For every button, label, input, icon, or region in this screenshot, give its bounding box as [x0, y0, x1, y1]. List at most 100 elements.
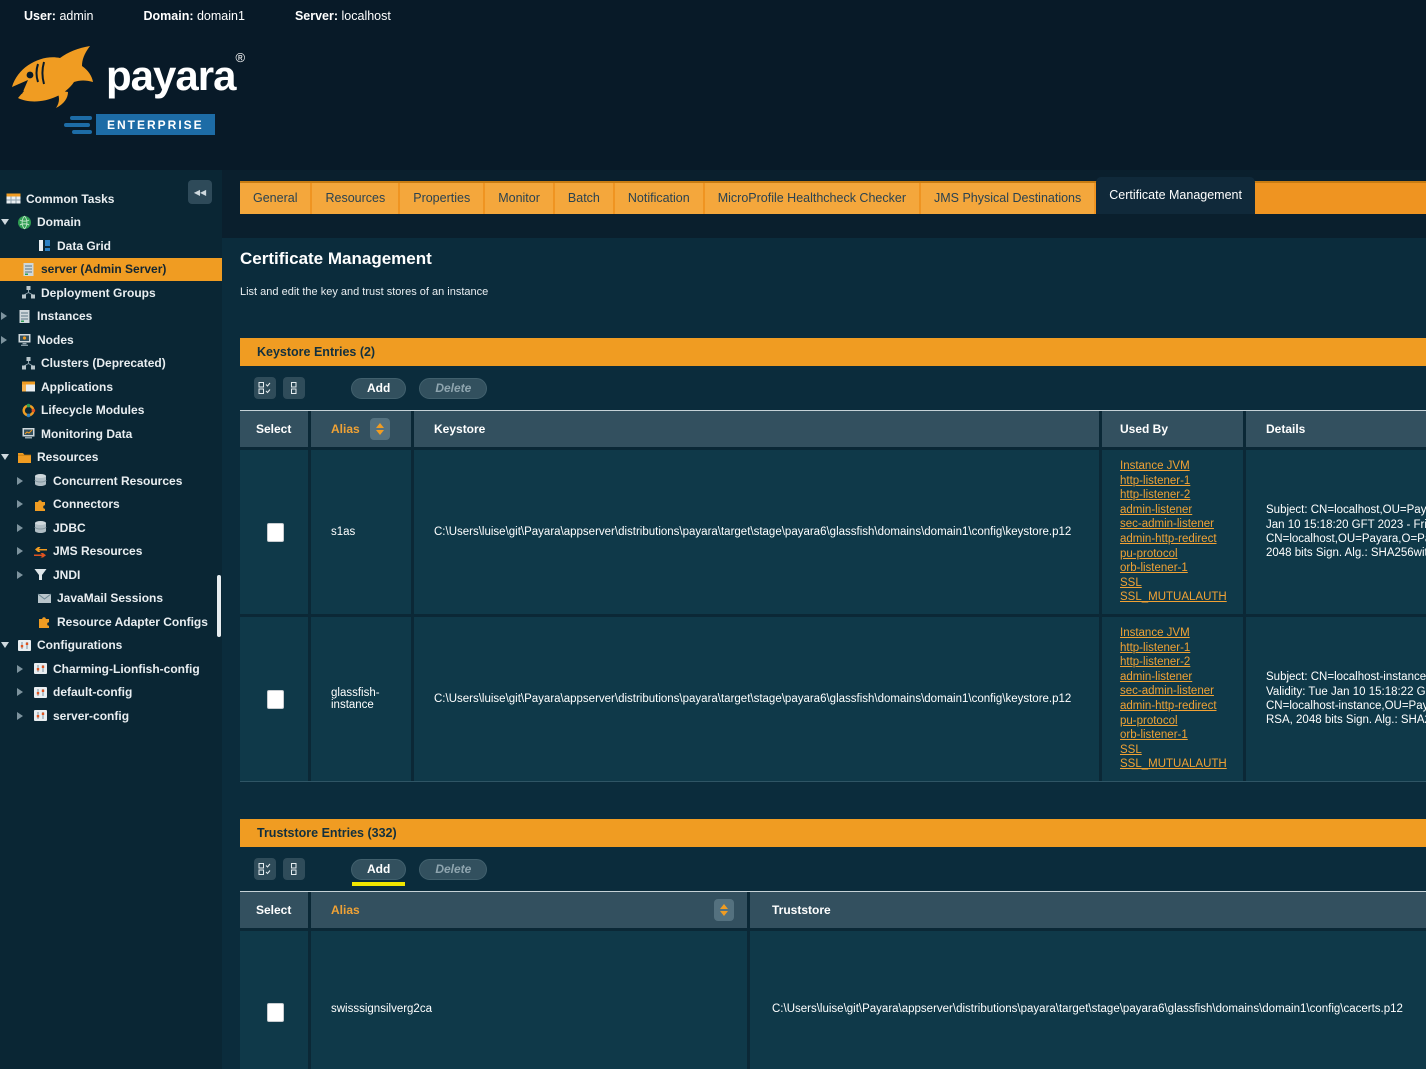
sidebar-item-jndi[interactable]: JNDI	[0, 563, 222, 587]
row-checkbox[interactable]	[267, 523, 284, 542]
sidebar-item-label: Applications	[41, 380, 113, 394]
row-checkbox[interactable]	[267, 690, 284, 709]
used-by-link-admin-http-redirect[interactable]: admin-http-redirect	[1120, 532, 1227, 547]
sidebar-item-server-config[interactable]: server-config	[0, 704, 222, 728]
column-header-truststore: Truststore	[750, 892, 1426, 928]
tree-expanded-arrow-icon[interactable]	[1, 642, 17, 648]
alias-sort-label[interactable]: Alias	[331, 422, 360, 436]
truststore-table: Select Alias Truststore swisssignsilverg…	[240, 891, 1426, 1069]
sidebar-item-label: JDBC	[53, 521, 86, 535]
sidebar-item-resource-adapter-configs[interactable]: Resource Adapter Configs	[0, 610, 222, 634]
tab-jms-physical-destinations[interactable]: JMS Physical Destinations	[921, 183, 1094, 214]
truststore-delete-button[interactable]: Delete	[419, 859, 487, 880]
tree-expanded-arrow-icon[interactable]	[1, 454, 17, 460]
used-by-link-http-listener-1[interactable]: http-listener-1	[1120, 474, 1227, 489]
node-icon	[17, 332, 32, 347]
sidebar-item-domain[interactable]: Domain	[0, 211, 222, 235]
tab-bar-row: GeneralResourcesPropertiesMonitorBatchNo…	[222, 170, 1426, 238]
sidebar-item-connectors[interactable]: Connectors	[0, 493, 222, 517]
sidebar-item-data-grid[interactable]: Data Grid	[0, 234, 222, 258]
tab-batch[interactable]: Batch	[555, 183, 613, 214]
sidebar-item-applications[interactable]: Applications	[0, 375, 222, 399]
tab-monitor[interactable]: Monitor	[485, 183, 553, 214]
tree-collapsed-arrow-icon[interactable]	[1, 312, 17, 320]
used-by-link-sec-admin-listener[interactable]: sec-admin-listener	[1120, 517, 1227, 532]
payara-fish-icon	[8, 42, 104, 122]
sidebar-collapse-button[interactable]: ◀◀	[188, 180, 212, 204]
used-by-link-instance-jvm[interactable]: Instance JVM	[1120, 626, 1227, 641]
sidebar-item-instances[interactable]: Instances	[0, 305, 222, 329]
tree-collapsed-arrow-icon[interactable]	[17, 665, 33, 673]
sidebar-item-charming-lionfish-config[interactable]: Charming-Lionfish-config	[0, 657, 222, 681]
navigation-tree: Common TasksDomainData Gridserver (Admin…	[0, 170, 222, 728]
deselect-all-icon	[287, 862, 301, 876]
used-by-link-ssl-mutualauth[interactable]: SSL_MUTUALAUTH	[1120, 590, 1227, 605]
used-by-link-pu-protocol[interactable]: pu-protocol	[1120, 714, 1227, 729]
alias-sort-label[interactable]: Alias	[331, 903, 360, 917]
tree-expanded-arrow-icon[interactable]	[1, 219, 17, 225]
sort-button[interactable]	[370, 418, 390, 440]
tab-general[interactable]: General	[240, 183, 310, 214]
used-by-link-admin-http-redirect[interactable]: admin-http-redirect	[1120, 699, 1227, 714]
sidebar-item-monitoring-data[interactable]: Monitoring Data	[0, 422, 222, 446]
truststore-add-button[interactable]: Add	[351, 859, 406, 880]
used-by-link-ssl[interactable]: SSL	[1120, 743, 1227, 758]
tree-collapsed-arrow-icon[interactable]	[17, 571, 33, 579]
sidebar-item-deployment-groups[interactable]: Deployment Groups	[0, 281, 222, 305]
folder-icon	[17, 450, 32, 465]
mail-icon	[37, 591, 52, 606]
common-tasks-icon	[6, 191, 21, 206]
deselect-all-button[interactable]	[283, 858, 305, 880]
sidebar-item-javamail-sessions[interactable]: JavaMail Sessions	[0, 587, 222, 611]
used-by-link-ssl-mutualauth[interactable]: SSL_MUTUALAUTH	[1120, 757, 1227, 772]
tree-collapsed-arrow-icon[interactable]	[17, 477, 33, 485]
sidebar-item-default-config[interactable]: default-config	[0, 681, 222, 705]
sidebar-item-configurations[interactable]: Configurations	[0, 634, 222, 658]
used-by-link-orb-listener-1[interactable]: orb-listener-1	[1120, 561, 1227, 576]
tree-collapsed-arrow-icon[interactable]	[17, 688, 33, 696]
row-checkbox[interactable]	[267, 1003, 284, 1022]
sidebar-scrollbar[interactable]	[217, 575, 221, 637]
tree-collapsed-arrow-icon[interactable]	[17, 524, 33, 532]
tab-notification[interactable]: Notification	[615, 183, 703, 214]
sidebar-item-nodes[interactable]: Nodes	[0, 328, 222, 352]
tab-resources[interactable]: Resources	[312, 183, 398, 214]
used-by-link-http-listener-2[interactable]: http-listener-2	[1120, 655, 1227, 670]
sidebar-item-jdbc[interactable]: JDBC	[0, 516, 222, 540]
sidebar-item-jms-resources[interactable]: JMS Resources	[0, 540, 222, 564]
sidebar-item-concurrent-resources[interactable]: Concurrent Resources	[0, 469, 222, 493]
tab-certificate-management[interactable]: Certificate Management	[1096, 177, 1255, 214]
column-header-alias: Alias	[311, 411, 414, 447]
tree-collapsed-arrow-icon[interactable]	[17, 500, 33, 508]
tab-properties[interactable]: Properties	[400, 183, 483, 214]
keystore-path: C:\Users\luise\git\Payara\appserver\dist…	[434, 526, 1071, 538]
tree-collapsed-arrow-icon[interactable]	[17, 547, 33, 555]
select-all-button[interactable]	[254, 377, 276, 399]
select-all-button[interactable]	[254, 858, 276, 880]
tree-collapsed-arrow-icon[interactable]	[1, 336, 17, 344]
used-by-link-sec-admin-listener[interactable]: sec-admin-listener	[1120, 684, 1227, 699]
used-by-link-http-listener-2[interactable]: http-listener-2	[1120, 488, 1227, 503]
sidebar-item-lifecycle-modules[interactable]: Lifecycle Modules	[0, 399, 222, 423]
sidebar-item-label: Clusters (Deprecated)	[41, 356, 166, 370]
used-by-link-pu-protocol[interactable]: pu-protocol	[1120, 547, 1227, 562]
used-by-link-admin-listener[interactable]: admin-listener	[1120, 670, 1227, 685]
add-button-highlight	[352, 882, 405, 886]
sidebar-item-label: Resource Adapter Configs	[57, 615, 208, 629]
sidebar-item-resources[interactable]: Resources	[0, 446, 222, 470]
config-icon	[33, 708, 48, 723]
sidebar-item-server-admin-server[interactable]: server (Admin Server)	[0, 258, 222, 282]
tree-collapsed-arrow-icon[interactable]	[17, 712, 33, 720]
tab-microprofile-healthcheck-checker[interactable]: MicroProfile Healthcheck Checker	[705, 183, 919, 214]
deselect-all-button[interactable]	[283, 377, 305, 399]
sort-button[interactable]	[714, 899, 734, 921]
used-by-link-admin-listener[interactable]: admin-listener	[1120, 503, 1227, 518]
sidebar-item-clusters-deprecated[interactable]: Clusters (Deprecated)	[0, 352, 222, 376]
used-by-link-orb-listener-1[interactable]: orb-listener-1	[1120, 728, 1227, 743]
used-by-link-http-listener-1[interactable]: http-listener-1	[1120, 641, 1227, 656]
used-by-link-instance-jvm[interactable]: Instance JVM	[1120, 459, 1227, 474]
keystore-delete-button[interactable]: Delete	[419, 378, 487, 399]
used-by-link-ssl[interactable]: SSL	[1120, 576, 1227, 591]
sidebar-item-label: Nodes	[37, 333, 74, 347]
keystore-add-button[interactable]: Add	[351, 378, 406, 399]
